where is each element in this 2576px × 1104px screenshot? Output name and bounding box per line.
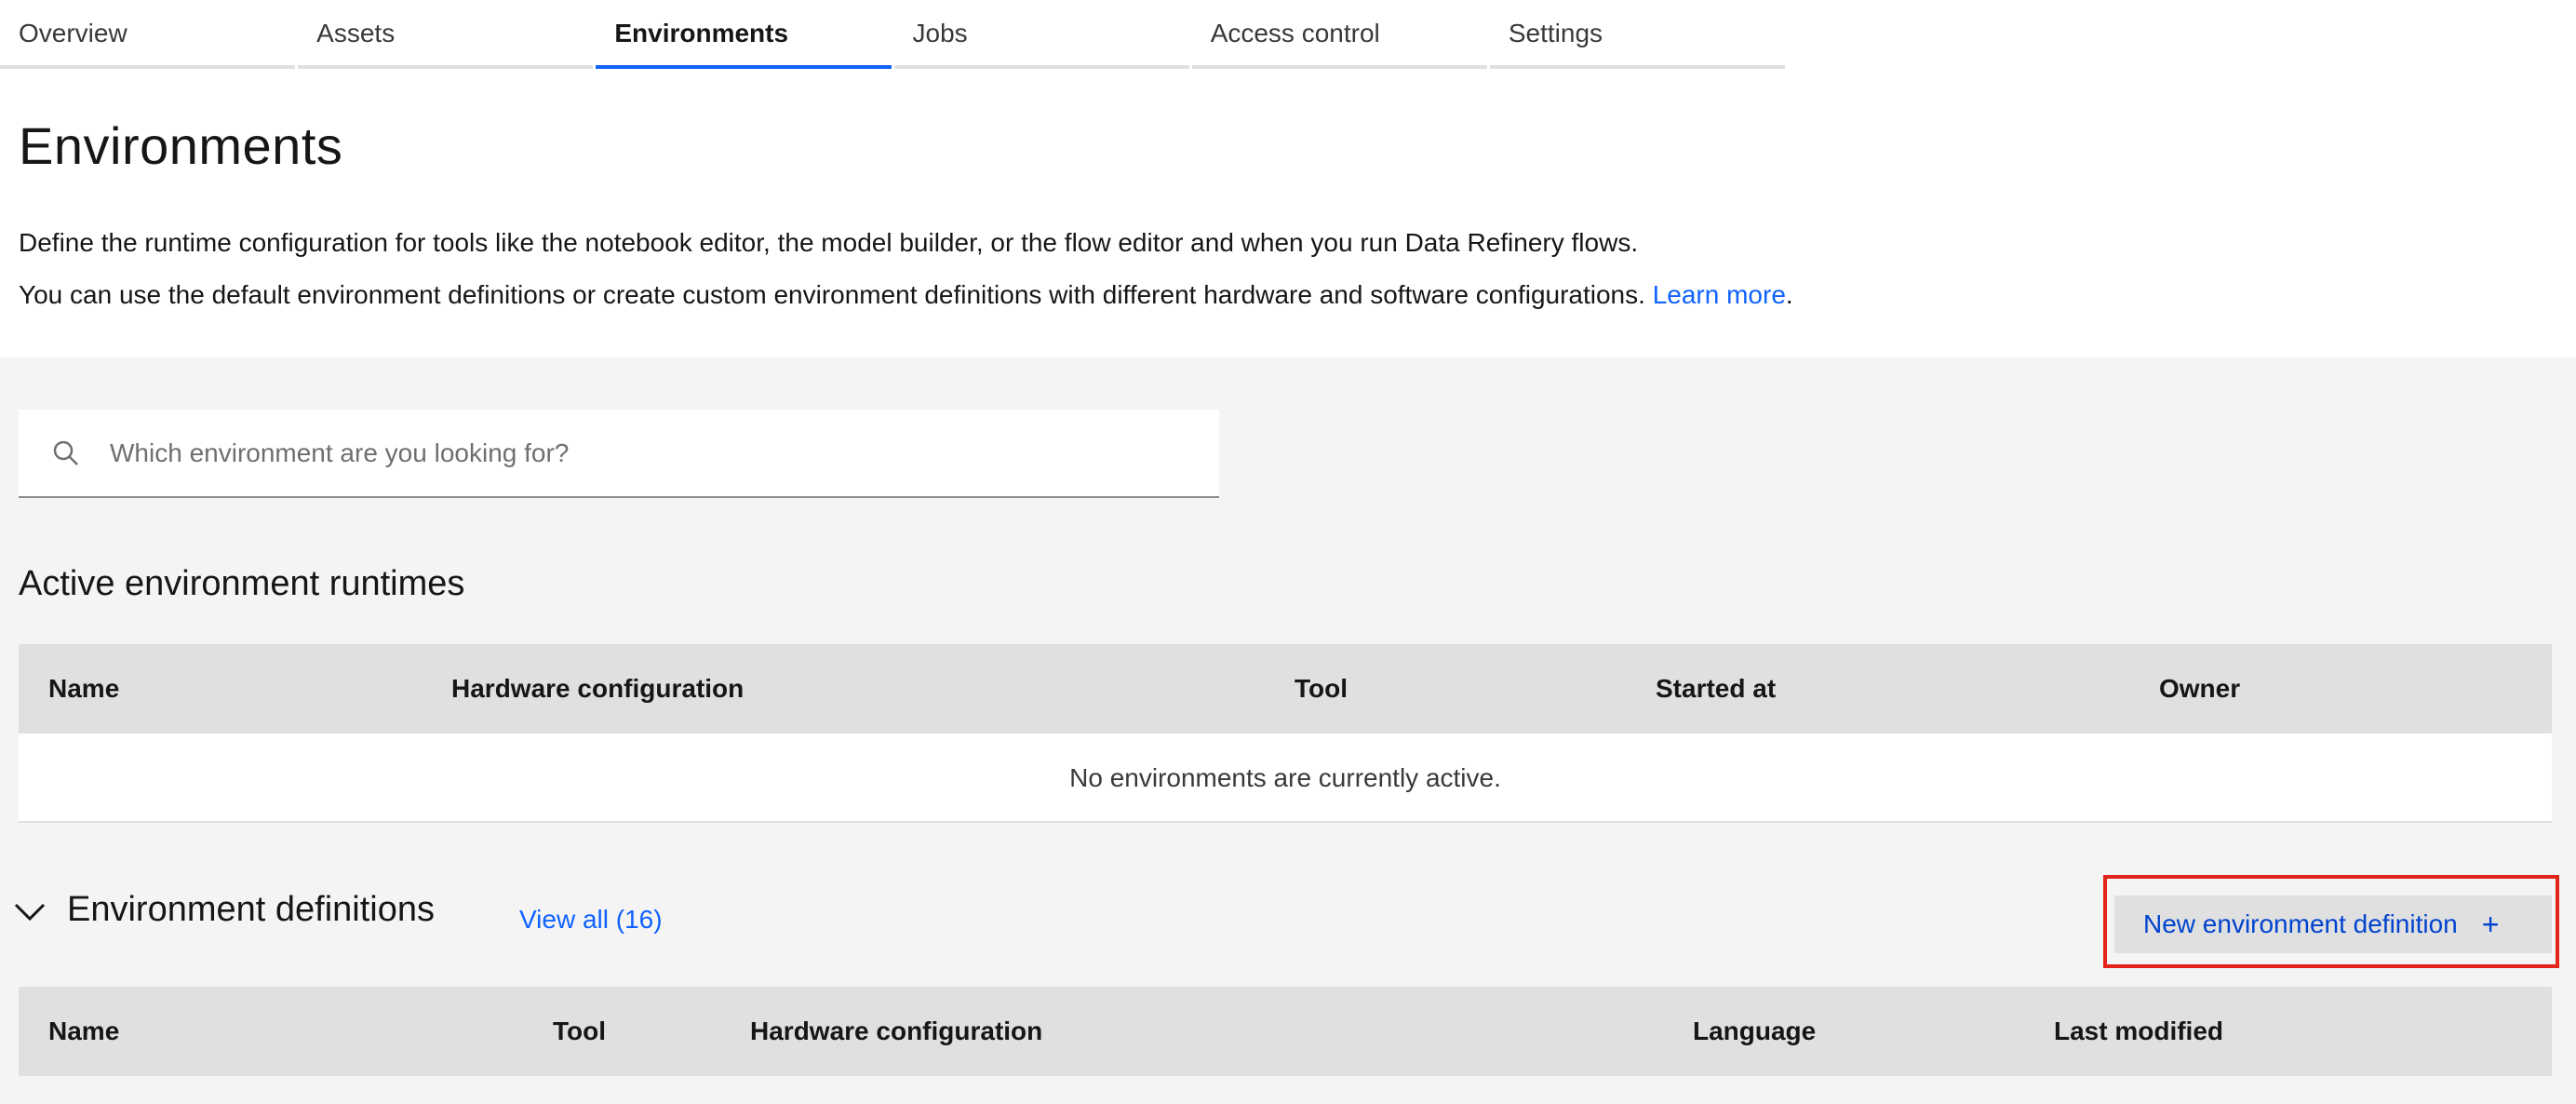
table-header: Name Hardware configuration Tool Started… bbox=[19, 644, 2552, 734]
column-header-owner[interactable]: Owner bbox=[2159, 674, 2240, 704]
column-header-name[interactable]: Name bbox=[48, 674, 119, 704]
chevron-down-icon[interactable] bbox=[11, 894, 48, 931]
empty-message: No environments are currently active. bbox=[1069, 763, 1501, 792]
column-header-language[interactable]: Language bbox=[1693, 1016, 1816, 1046]
tab-overview[interactable]: Overview bbox=[0, 0, 296, 69]
column-header-started-at[interactable]: Started at bbox=[1656, 674, 1776, 704]
active-runtimes-title: Active environment runtimes bbox=[19, 564, 465, 603]
page-header: Overview Assets Environments Jobs Access… bbox=[0, 0, 2576, 357]
search-input[interactable] bbox=[108, 437, 1135, 469]
page-description-2: You can use the default environment defi… bbox=[19, 279, 1793, 311]
column-header-tool[interactable]: Tool bbox=[1295, 674, 1348, 704]
view-all-link[interactable]: View all (16) bbox=[519, 905, 663, 935]
column-header-name[interactable]: Name bbox=[48, 1016, 119, 1046]
column-header-tool[interactable]: Tool bbox=[553, 1016, 606, 1046]
tab-assets[interactable]: Assets bbox=[298, 0, 594, 69]
new-environment-definition-label: New environment definition bbox=[2143, 909, 2458, 938]
environment-definitions-table: Name Tool Hardware configuration Languag… bbox=[19, 987, 2552, 1076]
table-header: Name Tool Hardware configuration Languag… bbox=[19, 987, 2552, 1076]
active-runtimes-table: Name Hardware configuration Tool Started… bbox=[19, 644, 2552, 823]
search-bar bbox=[19, 410, 1219, 498]
page-title: Environments bbox=[19, 116, 343, 175]
tab-bar: Overview Assets Environments Jobs Access… bbox=[0, 0, 1786, 69]
plus-icon: + bbox=[2481, 907, 2500, 941]
tab-environments[interactable]: Environments bbox=[596, 0, 892, 69]
page-description-2-text: You can use the default environment defi… bbox=[19, 280, 1645, 309]
tab-access-control[interactable]: Access control bbox=[1191, 0, 1487, 69]
column-header-hardware[interactable]: Hardware configuration bbox=[750, 1016, 1042, 1046]
page-description-1: Define the runtime configuration for too… bbox=[19, 228, 1639, 257]
tab-settings[interactable]: Settings bbox=[1489, 0, 1786, 69]
description-period: . bbox=[1785, 280, 1793, 309]
table-row-empty: No environments are currently active. bbox=[19, 734, 2552, 823]
environment-definitions-title: Environment definitions bbox=[67, 890, 435, 929]
column-header-hardware[interactable]: Hardware configuration bbox=[451, 674, 744, 704]
search-icon bbox=[53, 440, 78, 465]
learn-more-link[interactable]: Learn more bbox=[1653, 280, 1786, 309]
column-header-last-modified[interactable]: Last modified bbox=[2054, 1016, 2223, 1046]
new-environment-definition-button[interactable]: New environment definition + bbox=[2114, 895, 2552, 953]
tab-jobs[interactable]: Jobs bbox=[893, 0, 1189, 69]
